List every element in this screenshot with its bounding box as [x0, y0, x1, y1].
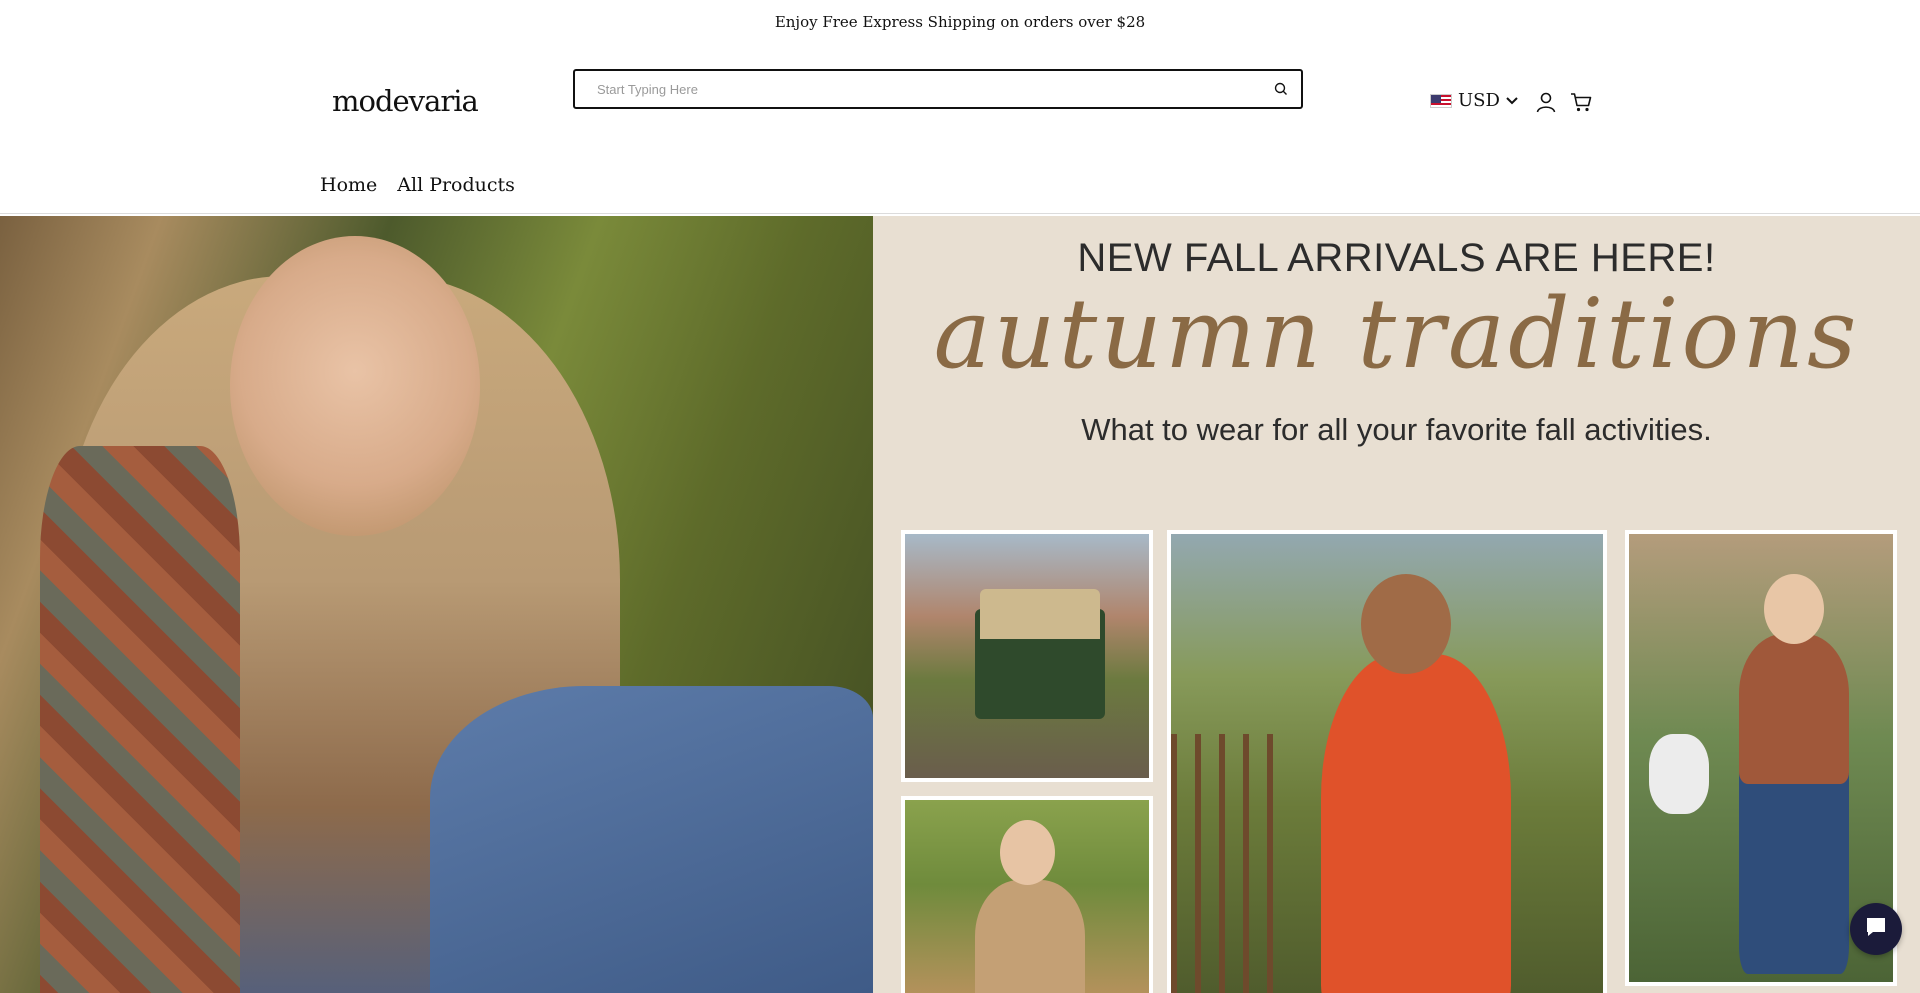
photo-tile-woman-trench: [901, 796, 1153, 993]
header-divider: [0, 213, 1920, 214]
currency-selector[interactable]: USD: [1430, 90, 1518, 111]
hero-photo-woman: [0, 216, 873, 993]
chevron-down-icon: [1506, 90, 1518, 111]
search-box: [573, 69, 1303, 109]
user-icon[interactable]: [1535, 91, 1557, 117]
nav-item-all-products[interactable]: All Products: [397, 174, 515, 196]
hero-script-heading: autumn traditions: [933, 278, 1860, 390]
main-nav: Home All Products: [320, 174, 515, 196]
hero-promo-panel: NEW FALL ARRIVALS ARE HERE! autumn tradi…: [873, 216, 1920, 993]
hero-subtitle: What to wear for all your favorite fall …: [1081, 412, 1712, 447]
hero-banner[interactable]: NEW FALL ARRIVALS ARE HERE! autumn tradi…: [0, 216, 1920, 993]
announcement-bar: Enjoy Free Express Shipping on orders ov…: [0, 0, 1920, 44]
cart-icon[interactable]: [1570, 91, 1592, 117]
chat-bubble-icon: [1864, 915, 1888, 943]
currency-code: USD: [1458, 90, 1500, 111]
photo-tile-vintage-truck: [901, 530, 1153, 782]
search-icon[interactable]: [1261, 71, 1301, 107]
photo-tile-woman-orange-jacket: [1167, 530, 1607, 993]
chat-launcher-button[interactable]: [1850, 903, 1902, 955]
us-flag-icon: [1430, 93, 1452, 108]
announcement-text: Enjoy Free Express Shipping on orders ov…: [774, 13, 1146, 31]
nav-item-home[interactable]: Home: [320, 174, 377, 196]
logo[interactable]: modevaria: [332, 84, 479, 118]
search-input[interactable]: [575, 71, 1261, 107]
site-header: modevaria USD Home All Products: [0, 44, 1920, 216]
hero-title: NEW FALL ARRIVALS ARE HERE!: [1077, 236, 1716, 280]
